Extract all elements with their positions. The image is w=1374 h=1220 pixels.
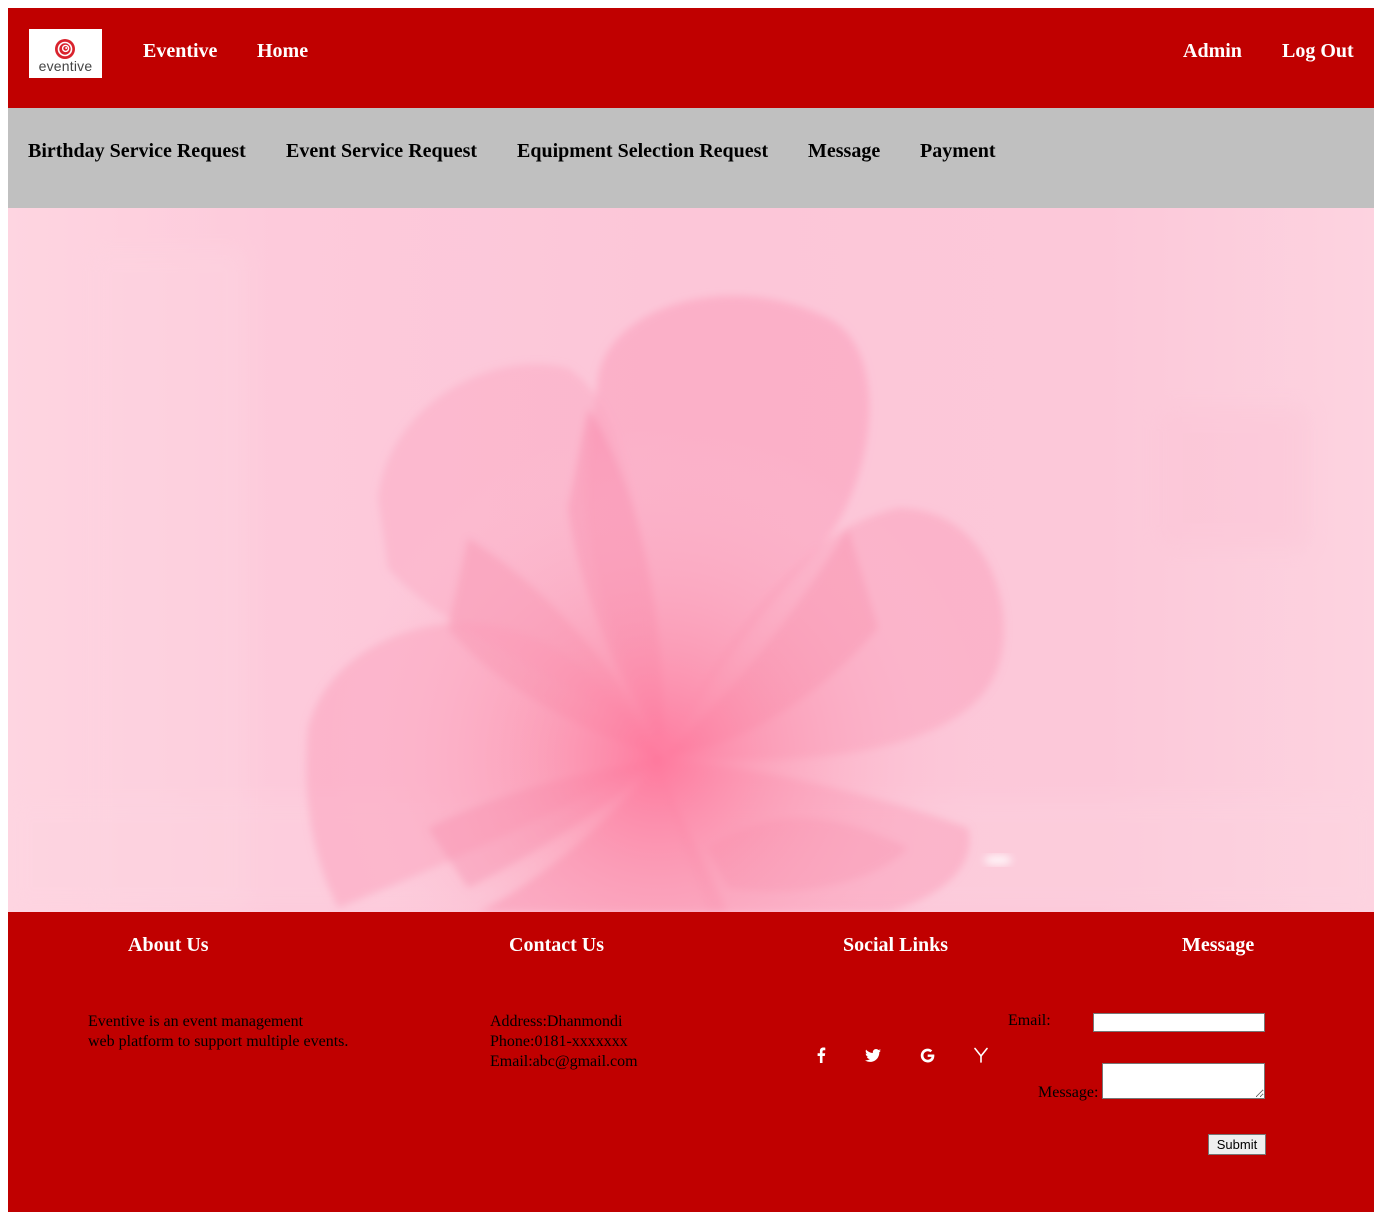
subnav-message[interactable]: Message bbox=[808, 140, 880, 163]
hacker-news-icon[interactable] bbox=[968, 1042, 994, 1068]
about-us-line-1: Eventive is an event management bbox=[88, 1013, 304, 1030]
subnav-payment[interactable]: Payment bbox=[920, 140, 996, 163]
subnav-equipment-selection-request[interactable]: Equipment Selection Request bbox=[517, 140, 768, 163]
message-heading: Message bbox=[1182, 934, 1255, 956]
nav-home-link[interactable]: Home bbox=[257, 40, 308, 63]
submit-button[interactable]: Submit bbox=[1208, 1134, 1266, 1155]
about-us-text: Eventive is an event management web plat… bbox=[88, 1012, 348, 1052]
email-field[interactable] bbox=[1093, 1013, 1265, 1032]
page: eventive Eventive Home Admin Log Out Bir… bbox=[8, 8, 1374, 1212]
nav-logout-link[interactable]: Log Out bbox=[1282, 40, 1354, 63]
nav-admin-link[interactable]: Admin bbox=[1183, 40, 1242, 63]
hero-flower-image bbox=[8, 208, 1374, 912]
google-icon[interactable] bbox=[914, 1042, 940, 1068]
message-label: Message: bbox=[1038, 1084, 1099, 1101]
logo-text: eventive bbox=[38, 58, 93, 74]
subnav-event-service-request[interactable]: Event Service Request bbox=[286, 140, 477, 163]
twitter-icon[interactable] bbox=[860, 1042, 886, 1068]
contact-us-heading: Contact Us bbox=[509, 934, 604, 956]
nav-brand-link[interactable]: Eventive bbox=[143, 40, 217, 63]
social-links-heading: Social Links bbox=[843, 934, 949, 956]
email-label: Email: bbox=[1008, 1012, 1051, 1029]
footer: About Us Eventive is an event management… bbox=[8, 912, 1374, 1212]
contact-us-text: Address:Dhanmondi Phone:0181-xxxxxxx Ema… bbox=[490, 1012, 638, 1072]
facebook-icon[interactable] bbox=[808, 1042, 834, 1068]
about-us-line-2: web platform to support multiple events. bbox=[88, 1033, 349, 1050]
flower-illustration bbox=[8, 248, 1374, 912]
about-us-heading: About Us bbox=[128, 934, 209, 956]
top-navbar: eventive Eventive Home Admin Log Out bbox=[8, 8, 1374, 108]
eventive-logo[interactable]: eventive bbox=[29, 29, 102, 78]
contact-email: Email:abc@gmail.com bbox=[490, 1053, 638, 1070]
sub-navbar: Birthday Service Request Event Service R… bbox=[8, 108, 1374, 208]
contact-phone: Phone:0181-xxxxxxx bbox=[490, 1033, 628, 1050]
subnav-birthday-service-request[interactable]: Birthday Service Request bbox=[28, 140, 246, 163]
message-textarea[interactable] bbox=[1102, 1063, 1265, 1099]
contact-address: Address:Dhanmondi bbox=[490, 1013, 623, 1030]
